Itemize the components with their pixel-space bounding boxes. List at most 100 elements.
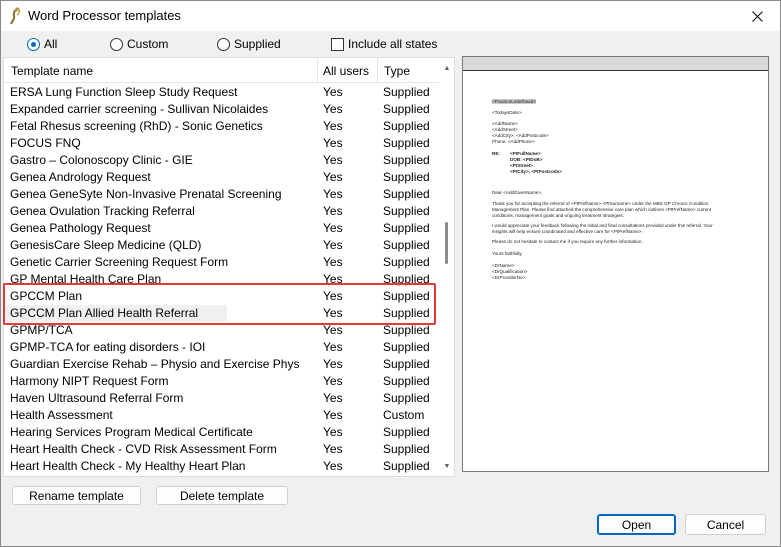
template-all-users: Yes <box>323 289 343 303</box>
table-row[interactable]: Genea Andrology Request Yes Supplied <box>4 169 439 186</box>
template-name: Genetic Carrier Screening Request Form <box>10 255 229 269</box>
scroll-up-icon[interactable]: ▲ <box>439 60 454 76</box>
table-row[interactable]: GPCCM Plan Yes Supplied <box>4 288 439 305</box>
column-divider[interactable] <box>317 58 318 83</box>
template-type: Supplied <box>383 136 430 150</box>
preview-paragraph-line: conditions, management goals and ongoing… <box>492 213 625 218</box>
include-all-states-checkbox[interactable]: Include all states <box>331 37 437 51</box>
template-rows: ERSA Lung Function Sleep Study Request Ye… <box>4 84 439 475</box>
template-type: Supplied <box>383 153 430 167</box>
template-name: Haven Ultrasound Referral Form <box>10 391 184 405</box>
template-name: Genea Pathology Request <box>10 221 151 235</box>
table-row[interactable]: GenesisCare Sleep Medicine (QLD) Yes Suppl… <box>4 237 439 254</box>
open-button[interactable]: Open <box>597 514 676 535</box>
list-header: Template name All users Type <box>4 58 439 83</box>
preview-re-label: RE: <box>492 151 500 156</box>
include-all-states-label: Include all states <box>348 37 438 51</box>
table-row[interactable]: GPMP-TCA for eating disorders - IOI Yes Su… <box>4 339 439 356</box>
template-all-users: Yes <box>323 187 343 201</box>
template-name: GPCCM Plan Allied Health Referral <box>4 305 227 322</box>
template-all-users: Yes <box>323 425 343 439</box>
filter-custom-radio[interactable]: Custom <box>110 36 168 52</box>
scroll-down-icon[interactable]: ▼ <box>439 458 454 474</box>
template-name: GPMP-TCA for eating disorders - IOI <box>10 340 206 354</box>
table-row[interactable]: Heart Health Check - My Healthy Heart Pl… <box>4 458 439 475</box>
table-row[interactable]: GPMP/TCA Yes Supplied <box>4 322 439 339</box>
template-all-users: Yes <box>323 238 343 252</box>
table-row[interactable]: Heart Health Check - CVD Risk Assessment… <box>4 441 439 458</box>
list-scrollbar[interactable]: ▲ ▼ <box>439 58 454 476</box>
preview-paragraph-line: Please do not hesitate to contact me if … <box>492 239 643 244</box>
preview-letterhead: <PracticeLetterhead> <box>492 99 536 105</box>
close-button[interactable] <box>734 1 780 31</box>
template-type: Supplied <box>383 170 430 184</box>
template-type: Supplied <box>383 306 430 320</box>
template-type: Custom <box>383 408 425 422</box>
table-row[interactable]: Gastro – Colonoscopy Clinic - GIE Yes Supp… <box>4 152 439 169</box>
app-logo-icon <box>9 7 23 25</box>
template-name: Harmony NIPT Request Form <box>10 374 169 388</box>
template-all-users: Yes <box>323 459 343 473</box>
column-divider[interactable] <box>377 58 378 83</box>
template-name: GPMP/TCA <box>10 323 73 337</box>
column-header-name[interactable]: Template name <box>11 64 93 78</box>
table-row[interactable]: Haven Ultrasound Referral Form Yes Supplie… <box>4 390 439 407</box>
template-all-users: Yes <box>323 357 343 371</box>
template-type: Supplied <box>383 255 430 269</box>
filter-all-radio[interactable]: All <box>27 36 57 52</box>
table-row[interactable]: Genetic Carrier Screening Request Form Ye… <box>4 254 439 271</box>
template-name: Heart Health Check - CVD Risk Assessment… <box>10 442 277 456</box>
preview-paragraph-line: I would appreciate your feedback followi… <box>492 223 713 228</box>
table-row[interactable]: Fetal Rhesus screening (RhD) - Sonic Gen… <box>4 118 439 135</box>
table-row[interactable]: GP Mental Health Care Plan Yes Supplied <box>4 271 439 288</box>
preview-addr-name: <AddName> <box>492 121 518 126</box>
preview-re-city: <PtCity>, <PtPostcode> <box>510 169 562 174</box>
column-header-type[interactable]: Type <box>384 64 410 78</box>
template-all-users: Yes <box>323 255 343 269</box>
table-row[interactable]: Expanded carrier screening - Sullivan Ni… <box>4 101 439 118</box>
scrollbar-thumb[interactable] <box>445 222 448 264</box>
column-header-users[interactable]: All users <box>323 64 369 78</box>
table-row-selected[interactable]: GPCCM Plan Allied Health Referral Yes Supp… <box>4 305 439 322</box>
preview-re-street: <PtStreet> <box>510 163 533 168</box>
preview-signature-provider: <DrProviderNo> <box>492 275 526 280</box>
table-row[interactable]: Hearing Services Program Medical Certifi… <box>4 424 439 441</box>
radio-icon <box>110 37 123 51</box>
template-all-users: Yes <box>323 204 343 218</box>
template-all-users: Yes <box>323 340 343 354</box>
table-row[interactable]: ERSA Lung Function Sleep Study Request Ye… <box>4 84 439 101</box>
table-row[interactable]: FOCUS FNQ Yes Supplied <box>4 135 439 152</box>
template-name: ERSA Lung Function Sleep Study Request <box>10 85 238 99</box>
preview-addr-phone: Phone: <AddPhone> <box>492 139 535 144</box>
template-type: Supplied <box>383 340 430 354</box>
template-name: FOCUS FNQ <box>10 136 81 150</box>
template-name: Genea Andrology Request <box>10 170 151 184</box>
table-row[interactable]: Guardian Exercise Rehab – Physio and Exe… <box>4 356 439 373</box>
preview-paragraph-line: Management Plan. Please find attached th… <box>492 207 712 212</box>
table-row[interactable]: Genea GeneSyte Non-Invasive Prenatal Scr… <box>4 186 439 203</box>
table-row[interactable]: Genea Pathology Request Yes Supplied <box>4 220 439 237</box>
table-row[interactable]: Harmony NIPT Request Form Yes Supplied <box>4 373 439 390</box>
word-processor-templates-dialog: Word Processor templates All Custom Supp… <box>0 0 781 547</box>
preview-re-dob: DOB: <PtDoB> <box>510 157 543 162</box>
template-type: Supplied <box>383 357 430 371</box>
template-type: Supplied <box>383 323 430 337</box>
table-row[interactable]: Genea Ovulation Tracking Referral Yes Supp… <box>4 203 439 220</box>
template-all-users: Yes <box>323 391 343 405</box>
template-list[interactable]: Template name All users Type ERSA Lung F… <box>3 57 455 477</box>
template-all-users: Yes <box>323 153 343 167</box>
template-name: Genea Ovulation Tracking Referral <box>10 204 195 218</box>
filter-supplied-radio[interactable]: Supplied <box>217 36 281 52</box>
table-row[interactable]: Health Assessment Yes Custom <box>4 407 439 424</box>
cancel-button[interactable]: Cancel <box>685 514 766 535</box>
preview-header-band <box>463 57 768 71</box>
delete-template-button[interactable]: Delete template <box>156 486 288 505</box>
preview-date: <TodaysDate> <box>492 110 522 115</box>
template-all-users: Yes <box>323 374 343 388</box>
template-name: Health Assessment <box>10 408 113 422</box>
template-type: Supplied <box>383 204 430 218</box>
template-name: Expanded carrier screening - Sullivan Ni… <box>10 102 269 116</box>
radio-selected-icon <box>27 37 40 51</box>
rename-template-button[interactable]: Rename template <box>12 486 141 505</box>
preview-paragraph-line: insights will help ensure coordinated an… <box>492 229 643 234</box>
